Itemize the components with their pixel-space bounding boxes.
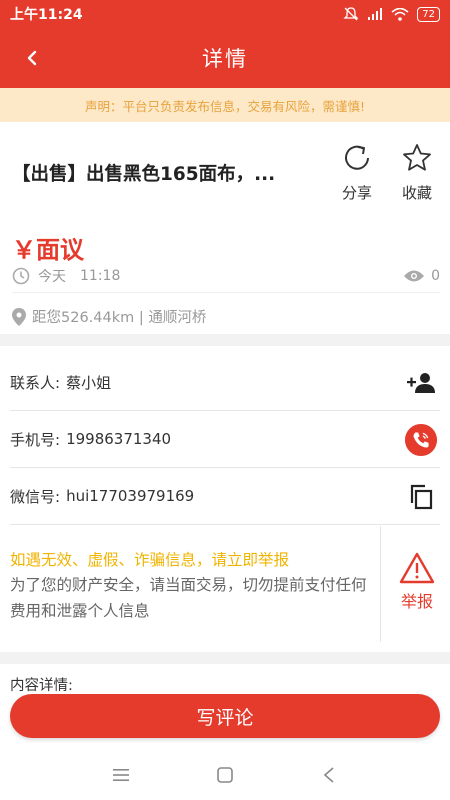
share-refresh-icon	[345, 145, 369, 170]
copy-icon	[410, 484, 433, 510]
warning-triangle-icon	[399, 552, 435, 584]
home-square-icon	[217, 767, 233, 783]
view-count-value: 0	[431, 268, 440, 284]
contact-person-label: 联系人:	[10, 373, 61, 392]
content-details-label: 内容详情:	[10, 678, 73, 694]
write-comment-label: 写评论	[196, 706, 254, 729]
post-time: 11:18	[80, 268, 121, 284]
location-pin-icon	[12, 307, 26, 326]
system-nav-bar	[0, 750, 450, 800]
share-button[interactable]: 分享	[332, 142, 382, 208]
fraud-warning-text: 为了您的财产安全，请当面交易，切勿提前支付任何费用和泄露个人信息	[10, 576, 367, 620]
back-triangle-icon	[323, 767, 334, 783]
menu-icon	[113, 769, 129, 781]
disclaimer-text: 声明：平台只负责发布信息，交易有风险，需谨慎!	[84, 98, 365, 114]
favorite-button[interactable]: 收藏	[392, 142, 442, 208]
nav-bar: 详情	[0, 28, 450, 88]
wifi-icon	[391, 7, 409, 21]
contact-person-row: 联系人: 蔡小姐	[10, 354, 440, 411]
battery-indicator: 72	[417, 6, 440, 22]
star-icon	[403, 144, 431, 171]
mute-icon	[343, 7, 359, 21]
fraud-warning-title: 如遇无效、虚假、诈骗信息，请立即举报	[10, 551, 290, 569]
contact-phone-value[interactable]: 19986371340	[66, 430, 171, 448]
contact-person-value: 蔡小姐	[66, 373, 112, 392]
status-icons: 72	[343, 6, 440, 22]
home-nav-button[interactable]	[213, 763, 237, 787]
add-contact-button[interactable]	[404, 366, 438, 400]
post-date: 今天	[38, 269, 66, 285]
status-bar: 上午11:24 72	[0, 0, 450, 28]
report-divider	[380, 526, 381, 642]
phone-call-icon	[404, 423, 438, 457]
favorite-label: 收藏	[401, 184, 432, 202]
page-title: 详情	[202, 47, 248, 71]
write-comment-button[interactable]: 写评论	[10, 694, 440, 738]
post-summary-card: 【出售】出售黑色165面布，... 分享 收藏 ￥面议 今天 11:18 0 距…	[0, 122, 450, 334]
divider	[12, 292, 440, 293]
back-nav-button[interactable]	[317, 763, 341, 787]
back-button[interactable]	[18, 44, 46, 72]
post-title: 【出售】出售黑色165面布，...	[12, 164, 276, 185]
add-person-icon	[407, 373, 435, 393]
signal-icon	[368, 8, 383, 20]
location-row: 距您526.44km | 通顺河桥	[12, 306, 206, 327]
fraud-warning: 如遇无效、虚假、诈骗信息，请立即举报 为了您的财产安全，请当面交易，切勿提前支付…	[10, 526, 380, 642]
report-label: 举报	[400, 592, 433, 611]
post-meta: 今天 11:18 0	[12, 266, 440, 286]
contact-wechat-label: 微信号:	[10, 487, 61, 506]
contact-wechat-row: 微信号: hui17703979169	[10, 468, 440, 525]
clock-icon	[12, 267, 30, 285]
contact-phone-row: 手机号: 19986371340	[10, 411, 440, 468]
contact-card: 联系人: 蔡小姐 手机号: 19986371340 微信号: hui177039…	[0, 346, 450, 652]
chevron-left-icon	[27, 50, 37, 66]
contact-phone-label: 手机号:	[10, 430, 61, 449]
menu-nav-button[interactable]	[109, 763, 133, 787]
eye-icon	[404, 270, 425, 282]
copy-wechat-button[interactable]	[404, 480, 438, 514]
status-time: 上午11:24	[10, 7, 83, 23]
call-button[interactable]	[404, 423, 438, 457]
contact-wechat-value: hui17703979169	[66, 487, 195, 505]
share-label: 分享	[341, 184, 372, 202]
report-button[interactable]: 举报	[384, 552, 450, 618]
disclaimer-banner: 声明：平台只负责发布信息，交易有风险，需谨慎!	[0, 88, 450, 122]
view-count: 0	[403, 268, 440, 284]
price: ￥面议	[12, 236, 84, 264]
location-text: 距您526.44km | 通顺河桥	[32, 310, 207, 326]
